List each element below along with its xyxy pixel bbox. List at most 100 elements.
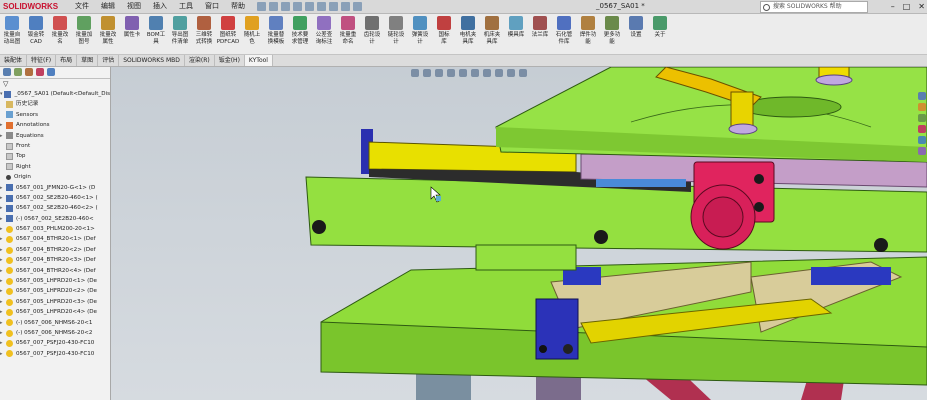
appearances-icon[interactable] bbox=[918, 136, 926, 144]
tree-item[interactable]: ▸ 0567_005_LHFRD20<3> (De bbox=[0, 297, 110, 307]
graphics-viewport[interactable] bbox=[111, 67, 927, 400]
rebuild-icon[interactable] bbox=[341, 2, 350, 11]
ribbon-button[interactable]: 随机上 色 bbox=[240, 14, 264, 54]
app-logo[interactable]: SOLIDWORKS bbox=[0, 0, 69, 13]
menu-item[interactable]: 文件 bbox=[69, 0, 95, 13]
menu-item[interactable]: 插入 bbox=[147, 0, 173, 13]
tree-item[interactable]: Top bbox=[0, 151, 110, 161]
tree-item[interactable]: ▸ 0567_004_BTHR20<1> (Def bbox=[0, 234, 110, 244]
tree-item-label: (-) 0567_006_NHMS6-20<1 bbox=[16, 319, 93, 326]
tree-item[interactable]: ▸ 0567_002_SE2B20-460<2> ( bbox=[0, 203, 110, 213]
menu-item[interactable]: 工具 bbox=[173, 0, 199, 13]
ribbon-button[interactable]: 批量改 属性 bbox=[96, 14, 120, 54]
ribbon-button[interactable]: 设置 bbox=[624, 14, 648, 54]
configuration-icon[interactable] bbox=[25, 68, 33, 76]
ribbon-button[interactable]: 批量加 图号 bbox=[72, 14, 96, 54]
tree-item[interactable]: Origin bbox=[0, 172, 110, 182]
help-search-input[interactable]: 搜索 SOLIDWORKS 帮助 bbox=[760, 1, 868, 13]
tree-item[interactable]: 历史记录 bbox=[0, 99, 110, 109]
maximize-icon[interactable]: □ bbox=[903, 0, 911, 13]
tree-item[interactable]: ▸ Annotations bbox=[0, 120, 110, 130]
ribbon-button[interactable]: 图纸转 PDFCAD bbox=[216, 14, 240, 54]
tree-item[interactable]: Right bbox=[0, 162, 110, 172]
ribbon-button[interactable]: BOM工 具 bbox=[144, 14, 168, 54]
options-gear-icon[interactable] bbox=[353, 2, 362, 11]
tree-item[interactable]: ▸ 0567_003_PHLM200-20<1> bbox=[0, 224, 110, 234]
ribbon-button[interactable]: 关于 bbox=[648, 14, 672, 54]
minimize-icon[interactable]: – bbox=[891, 0, 895, 13]
tree-item[interactable]: ▸ 0567_005_LHFRD20<2> (De bbox=[0, 286, 110, 296]
ribbon-button[interactable]: 技术要 求管理 bbox=[288, 14, 312, 54]
tree-item[interactable]: ▸ 0567_002_SE2B20-460<1> ( bbox=[0, 193, 110, 203]
tree-item[interactable]: ▸ 0567_005_LHFRD20<4> (De bbox=[0, 307, 110, 317]
command-tab[interactable]: 布局 bbox=[56, 55, 78, 66]
close-icon[interactable]: ✕ bbox=[918, 0, 925, 13]
ribbon-button[interactable]: 更多功 能 bbox=[600, 14, 624, 54]
tree-item[interactable]: Front bbox=[0, 141, 110, 151]
command-tab[interactable]: 装配体 bbox=[0, 55, 28, 66]
ribbon-button[interactable]: 弹簧设 计 bbox=[408, 14, 432, 54]
ribbon-button[interactable]: 模具库 bbox=[504, 14, 528, 54]
print-icon[interactable] bbox=[305, 2, 314, 11]
ribbon-button[interactable]: 批量自 动出图 bbox=[0, 14, 24, 54]
command-tab[interactable]: SOLIDWORKS MBD bbox=[119, 55, 185, 66]
menu-item[interactable]: 编辑 bbox=[95, 0, 121, 13]
tree-item[interactable]: ▸ 0567_005_LHFRD20<1> (De bbox=[0, 276, 110, 286]
ribbon-button[interactable]: 公差查 询标注 bbox=[312, 14, 336, 54]
ribbon-button[interactable]: 导出图 件清单 bbox=[168, 14, 192, 54]
ribbon-button[interactable]: 法兰库 bbox=[528, 14, 552, 54]
ribbon-button[interactable]: 石化管 件库 bbox=[552, 14, 576, 54]
command-tab[interactable]: 特征(F) bbox=[27, 55, 57, 66]
property-manager-icon[interactable] bbox=[14, 68, 22, 76]
display-manager-icon[interactable] bbox=[47, 68, 55, 76]
ribbon-button[interactable]: 批量替 换模板 bbox=[264, 14, 288, 54]
tree-item-label: 0567_001_JFMN20-G<1> (D bbox=[16, 184, 96, 191]
tree-item[interactable]: ▸ 0567_007_PSFJ20-430-FC10 bbox=[0, 338, 110, 348]
tree-item[interactable]: ▸ 0567_004_BTHR20<2> (Def bbox=[0, 245, 110, 255]
view-palette-icon[interactable] bbox=[918, 125, 926, 133]
ribbon-button[interactable]: 批量重 命名 bbox=[336, 14, 360, 54]
home-icon[interactable] bbox=[257, 2, 266, 11]
select-pointer-icon[interactable] bbox=[329, 2, 338, 11]
tree-item[interactable]: ▸ (-) 0567_006_NHMS6-20<1 bbox=[0, 318, 110, 328]
command-tab[interactable]: 草图 bbox=[77, 55, 99, 66]
ribbon-button[interactable]: 批量改 名 bbox=[48, 14, 72, 54]
tree-item[interactable]: ▸ 0567_004_BTHR20<3> (Def bbox=[0, 255, 110, 265]
ribbon-button[interactable]: 焊件功 能 bbox=[576, 14, 600, 54]
ribbon-button[interactable]: 属性卡 bbox=[120, 14, 144, 54]
tree-item[interactable]: ▸ (-) 0567_006_NHMS6-20<2 bbox=[0, 328, 110, 338]
resources-icon[interactable] bbox=[918, 92, 926, 100]
menu-item[interactable]: 窗口 bbox=[199, 0, 225, 13]
menu-item[interactable]: 帮助 bbox=[225, 0, 251, 13]
ribbon-button[interactable]: 齿轮设 计 bbox=[360, 14, 384, 54]
open-folder-icon[interactable] bbox=[281, 2, 290, 11]
tree-item[interactable]: ▸ 0567_007_PSFJ20-430-FC10 bbox=[0, 349, 110, 359]
tree-item[interactable]: ▸ Equations bbox=[0, 131, 110, 141]
design-library-icon[interactable] bbox=[918, 103, 926, 111]
ribbon-button[interactable]: 机床夹 具库 bbox=[480, 14, 504, 54]
command-tab[interactable]: 渲染(R) bbox=[185, 55, 215, 66]
tree-item[interactable]: Sensors bbox=[0, 110, 110, 120]
tree-item[interactable]: ▸ 0567_001_JFMN20-G<1> (D bbox=[0, 183, 110, 193]
file-explorer-icon[interactable] bbox=[918, 114, 926, 122]
dimxpert-icon[interactable] bbox=[36, 68, 44, 76]
undo-icon[interactable] bbox=[317, 2, 326, 11]
ribbon-button[interactable]: 三维转 式转换 bbox=[192, 14, 216, 54]
tree-item[interactable]: ▸ (-) 0567_002_SE2B20-460< bbox=[0, 214, 110, 224]
ribbon-button[interactable]: 国标 库 bbox=[432, 14, 456, 54]
save-icon[interactable] bbox=[293, 2, 302, 11]
command-tab[interactable]: KYTool bbox=[244, 55, 273, 66]
ribbon-button[interactable]: 电机夹 具库 bbox=[456, 14, 480, 54]
command-tab[interactable]: 评估 bbox=[98, 55, 120, 66]
menu-item[interactable]: 视图 bbox=[121, 0, 147, 13]
tree-filter[interactable]: ▽ bbox=[0, 79, 110, 89]
command-tab[interactable]: 钣金(H) bbox=[215, 55, 245, 66]
ribbon-button[interactable]: 链轮设 计 bbox=[384, 14, 408, 54]
new-file-icon[interactable] bbox=[269, 2, 278, 11]
assembly-model-render[interactable] bbox=[111, 67, 927, 400]
tree-root[interactable]: ▾ _0567_SA01 (Default<Default_Dis bbox=[0, 89, 110, 99]
tree-item[interactable]: ▸ 0567_004_BTHR20<4> (Def bbox=[0, 266, 110, 276]
custom-properties-icon[interactable] bbox=[918, 147, 926, 155]
ribbon-button[interactable]: 钣金转 CAD bbox=[24, 14, 48, 54]
feature-tree-icon[interactable] bbox=[3, 68, 11, 76]
